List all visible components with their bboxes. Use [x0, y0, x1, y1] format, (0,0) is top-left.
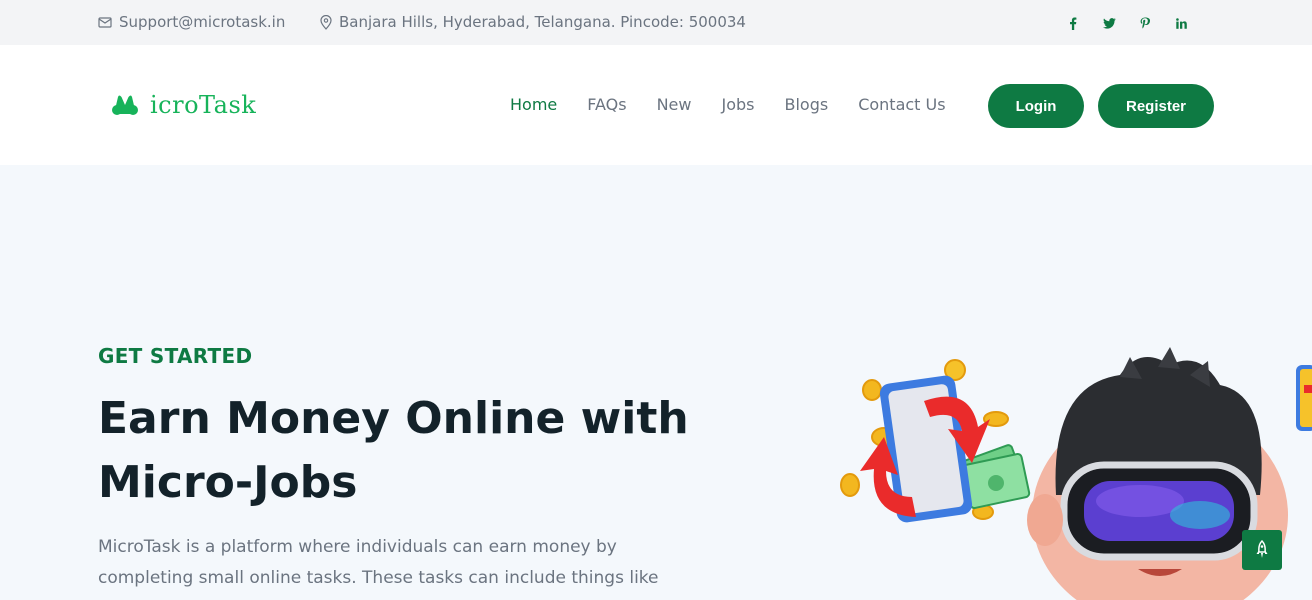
rocket-icon: [1256, 540, 1268, 558]
logo[interactable]: icroTask: [112, 79, 256, 131]
site-header: icroTask Home FAQs New Jobs Blogs Contac…: [0, 45, 1312, 165]
logo-mark: [112, 95, 138, 115]
hero-section: GET STARTED Earn Money Online with Micro…: [0, 165, 1312, 600]
hero-illustration: [840, 347, 1312, 600]
support-email-text: Support@microtask.in: [119, 13, 286, 31]
nav-faqs[interactable]: FAQs: [587, 95, 626, 114]
nav-home[interactable]: Home: [510, 95, 557, 114]
nav-jobs[interactable]: Jobs: [721, 95, 754, 114]
register-button[interactable]: Register: [1098, 84, 1214, 128]
hero-title: Earn Money Online with Micro-Jobs: [98, 393, 689, 508]
scroll-to-top-button[interactable]: [1242, 530, 1282, 570]
logo-text: icroTask: [150, 91, 257, 119]
hero-eyebrow: GET STARTED: [98, 344, 253, 368]
device-icon: [1296, 365, 1312, 431]
main-nav: Home FAQs New Jobs Blogs Contact Us: [510, 95, 976, 114]
twitter-icon[interactable]: [1100, 14, 1118, 32]
mail-icon: [98, 17, 112, 28]
facebook-icon[interactable]: [1064, 14, 1082, 32]
hero-description: MicroTask is a platform where individual…: [98, 537, 659, 588]
social-links: [1064, 14, 1208, 32]
map-pin-icon: [320, 14, 332, 30]
nav-contact-us[interactable]: Contact Us: [858, 95, 945, 114]
nav-blogs[interactable]: Blogs: [784, 95, 828, 114]
login-button[interactable]: Login: [988, 84, 1084, 128]
top-bar: Support@microtask.in Banjara Hills, Hyde…: [0, 0, 1312, 45]
support-email[interactable]: Support@microtask.in: [98, 13, 285, 31]
address: Banjara Hills, Hyderabad, Telangana. Pin…: [320, 13, 746, 31]
pinterest-icon[interactable]: [1136, 14, 1154, 32]
address-text: Banjara Hills, Hyderabad, Telangana. Pin…: [339, 13, 746, 31]
nav-new[interactable]: New: [657, 95, 692, 114]
linkedin-icon[interactable]: [1172, 14, 1190, 32]
